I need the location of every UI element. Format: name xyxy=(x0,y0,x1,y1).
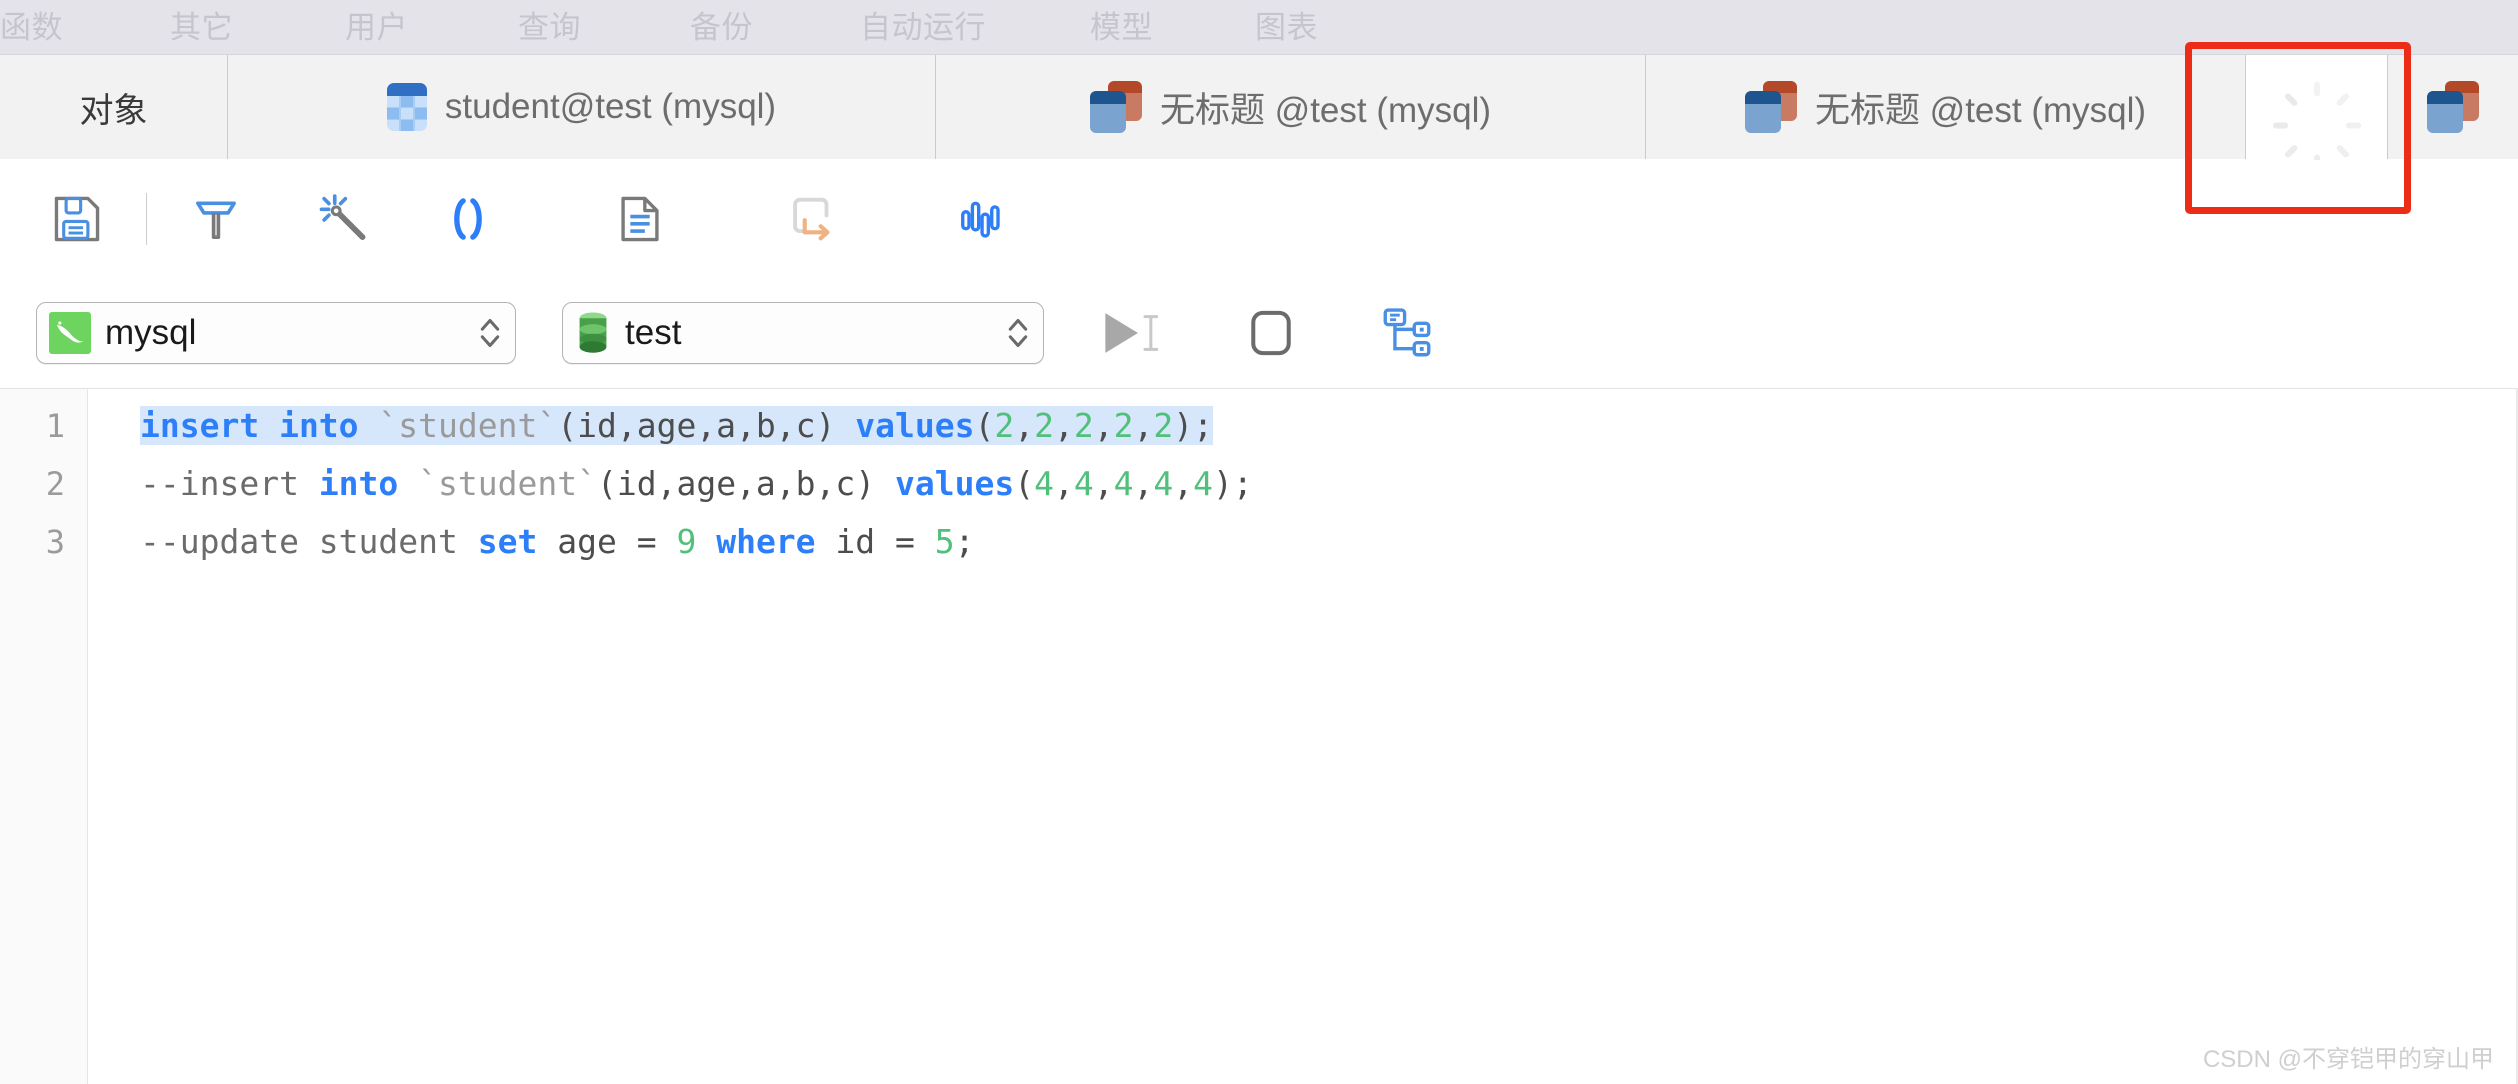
code-token: 5 xyxy=(934,522,955,561)
query-icon xyxy=(1744,81,1797,133)
beautify-sql-button[interactable] xyxy=(299,176,385,262)
menu-item-0[interactable]: 函数 xyxy=(0,0,63,55)
code-token: , xyxy=(1173,464,1194,503)
tab-student-table[interactable]: student@test (mysql) xyxy=(228,55,936,159)
code-token: id = xyxy=(815,522,935,561)
code-token: ); xyxy=(1212,464,1253,503)
code-token: , xyxy=(1053,406,1074,445)
code-line[interactable]: --update student set age = 9 where id = … xyxy=(88,513,2518,571)
query-icon xyxy=(2427,81,2479,133)
connection-select[interactable]: mysql xyxy=(36,302,516,364)
tab-label: 无标题 @test (mysql) xyxy=(1814,90,2147,130)
menu-item-5[interactable]: 自动运行 xyxy=(860,0,986,55)
menu-item-2[interactable]: 用户 xyxy=(345,0,408,55)
menu-item-7[interactable]: 图表 xyxy=(1255,0,1318,55)
code-token: ( xyxy=(974,406,995,445)
menu-item-6[interactable]: 模型 xyxy=(1090,0,1153,55)
line-number-gutter: 1 2 3 xyxy=(0,389,88,1084)
menu-bar: 函数 其它 用户 查询 备份 自动运行 模型 图表 xyxy=(0,0,2518,55)
code-token: ; xyxy=(954,522,975,561)
tab-objects[interactable]: 对象 xyxy=(0,55,228,159)
code-token: , xyxy=(1093,406,1114,445)
line-number: 3 xyxy=(45,523,65,561)
code-token: , xyxy=(1133,406,1154,445)
code-token: where xyxy=(716,522,816,561)
code-token: values xyxy=(855,406,975,445)
code-token: , xyxy=(1133,464,1154,503)
code-token: 2 xyxy=(1073,406,1094,445)
code-token: insert into xyxy=(140,406,379,445)
text-view-button[interactable] xyxy=(597,176,683,262)
code-line[interactable]: --insert into `student`(id,age,a,b,c) va… xyxy=(88,455,2518,513)
code-token: 9 xyxy=(676,522,697,561)
watermark: CSDN @不穿铠甲的穿山甲 xyxy=(2202,1046,2494,1073)
code-token: `student` xyxy=(378,406,558,445)
code-token: ); xyxy=(1173,406,1213,445)
export-result-button[interactable] xyxy=(769,176,855,262)
code-token: , xyxy=(1014,406,1035,445)
tab-loading[interactable] xyxy=(2246,55,2388,170)
chevron-updown-icon[interactable] xyxy=(475,310,505,356)
code-token: 4 xyxy=(1193,464,1213,503)
table-icon xyxy=(386,83,427,131)
code-token: --update student xyxy=(140,522,478,561)
spinner-icon xyxy=(2272,81,2361,170)
code-token: 4 xyxy=(1073,464,1094,503)
tab-label: 无标题 @test (mysql) xyxy=(1159,90,1492,130)
code-line[interactable]: insert into `student`(id,age,a,b,c) valu… xyxy=(88,397,2518,455)
menu-item-3[interactable]: 查询 xyxy=(518,0,581,55)
code-token: 2 xyxy=(1153,406,1174,445)
code-token: 2 xyxy=(1034,406,1054,445)
database-cylinder-icon xyxy=(575,310,611,356)
save-button[interactable] xyxy=(34,176,120,262)
menu-item-4[interactable]: 备份 xyxy=(690,0,753,55)
editor-toolbar xyxy=(0,160,2518,278)
connection-value: mysql xyxy=(105,313,197,352)
tab-objects-label: 对象 xyxy=(79,91,148,130)
code-token: 4 xyxy=(1113,464,1134,503)
code-snippet-button[interactable] xyxy=(425,176,511,262)
code-token: , xyxy=(1093,464,1114,503)
code-token: set xyxy=(477,522,538,561)
stop-button[interactable] xyxy=(1228,298,1314,368)
tab-bar: 对象 student@test (mysql) 无标题 @test (mysql… xyxy=(0,55,2518,170)
code-token: 2 xyxy=(1113,406,1134,445)
run-button[interactable] xyxy=(1088,298,1174,368)
code-token: 2 xyxy=(994,406,1015,445)
database-select[interactable]: test xyxy=(562,302,1044,364)
explain-plan-button[interactable] xyxy=(1364,298,1450,368)
line-number: 1 xyxy=(45,407,65,445)
tab-query-1[interactable]: 无标题 @test (mysql) xyxy=(936,55,1646,159)
tab-query-2[interactable]: 无标题 @test (mysql) xyxy=(1646,55,2246,159)
menu-item-1[interactable]: 其它 xyxy=(170,0,233,55)
mysql-dolphin-icon xyxy=(49,312,91,354)
code-token: 4 xyxy=(1034,464,1054,503)
code-token: `student` xyxy=(418,464,597,503)
tab-query-3[interactable] xyxy=(2388,55,2518,159)
code-token: age = xyxy=(537,522,677,561)
toolbar-separator xyxy=(146,193,147,245)
code-token: (id,age,a,b,c) xyxy=(557,406,856,445)
line-number: 2 xyxy=(45,465,65,503)
query-builder-button[interactable] xyxy=(173,176,259,262)
connection-selector-row: mysql test xyxy=(0,278,2518,388)
code-token: --insert xyxy=(140,464,319,503)
database-value: test xyxy=(625,313,682,352)
code-token: into xyxy=(318,464,399,503)
chart-button[interactable] xyxy=(941,176,1027,262)
code-token: (id,age,a,b,c) xyxy=(596,464,895,503)
chevron-updown-icon[interactable] xyxy=(1003,310,1033,356)
code-token: , xyxy=(1053,464,1074,503)
tab-label: student@test (mysql) xyxy=(444,87,777,126)
code-token: values xyxy=(895,464,1015,503)
code-token: ( xyxy=(1014,464,1035,503)
code-token: 4 xyxy=(1153,464,1174,503)
query-icon xyxy=(1089,81,1142,133)
sql-editor[interactable]: 1 2 3 insert into `student`(id,age,a,b,c) … xyxy=(0,388,2518,1084)
sql-code-area[interactable]: insert into `student`(id,age,a,b,c) valu… xyxy=(88,389,2518,1084)
